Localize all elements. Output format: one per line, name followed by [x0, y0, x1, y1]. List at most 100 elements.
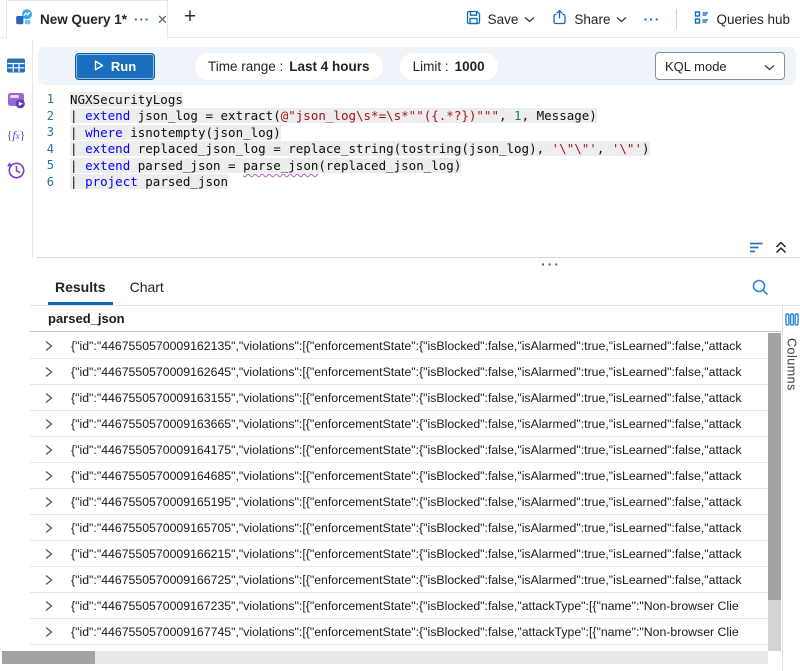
queries-hub-label: Queries hub — [716, 12, 790, 27]
row-json-value: {"id":"4467550570009162135","violations"… — [71, 339, 768, 353]
save-icon — [465, 9, 482, 29]
new-tab-button[interactable]: + — [178, 5, 202, 33]
search-results-button[interactable] — [751, 278, 770, 302]
editor-line[interactable]: 1NGXSecurityLogs — [34, 91, 798, 108]
query-tab[interactable]: New Query 1* ··· ✕ — [6, 0, 168, 39]
vertical-scrollbar-thumb[interactable] — [768, 333, 781, 600]
expand-row-chevron-icon[interactable] — [43, 338, 56, 353]
horizontal-scrollbar-thumb[interactable] — [2, 651, 95, 664]
expand-row-chevron-icon[interactable] — [43, 598, 56, 613]
tab-results[interactable]: Results — [48, 277, 113, 305]
editor-lines: 1NGXSecurityLogs2| extend json_log = ext… — [34, 91, 798, 190]
left-icon-rail: {fx} — [0, 38, 33, 258]
expand-row-chevron-icon[interactable] — [43, 520, 56, 535]
table-row[interactable]: {"id":"4467550570009167745","violations"… — [30, 619, 768, 645]
expand-row-chevron-icon[interactable] — [43, 624, 56, 639]
results-tabs: Results Chart — [48, 277, 171, 305]
more-actions-button[interactable]: ··· — [643, 11, 660, 27]
time-range-label: Time range : — [208, 59, 283, 74]
table-row[interactable]: {"id":"4467550570009164685","violations"… — [30, 463, 768, 489]
save-label: Save — [488, 12, 519, 27]
horizontal-scrollbar[interactable] — [2, 651, 768, 664]
editor-line[interactable]: 2| extend json_log = extract(@"json_log\… — [34, 108, 798, 125]
connections-table-icon[interactable] — [6, 55, 26, 75]
search-icon — [751, 284, 770, 301]
kql-mode-value: KQL mode — [665, 59, 727, 74]
expand-row-chevron-icon[interactable] — [43, 468, 56, 483]
queries-hub-icon — [693, 9, 710, 29]
tabbar-actions: Save Share ··· — [465, 0, 790, 38]
share-button[interactable]: Share — [551, 9, 627, 29]
code-line: | extend parsed_json = parse_json(replac… — [70, 158, 461, 173]
save-chevron-down-icon — [524, 16, 535, 23]
query-toolbar: Run Time range : Last 4 hours Limit : 10… — [38, 47, 796, 85]
expand-row-chevron-icon[interactable] — [43, 546, 56, 561]
editor-line[interactable]: 4| extend replaced_json_log = replace_st… — [34, 141, 798, 158]
tab-bar: New Query 1* ··· ✕ + Save — [0, 0, 800, 38]
kql-mode-select[interactable]: KQL mode — [655, 52, 785, 80]
columns-side-panel[interactable]: Columns — [782, 306, 800, 671]
run-button[interactable]: Run — [75, 53, 155, 80]
tab-chart[interactable]: Chart — [123, 277, 171, 305]
tab-title: New Query 1* — [40, 12, 127, 27]
expand-row-chevron-icon[interactable] — [43, 572, 56, 587]
row-json-value: {"id":"4467550570009165705","violations"… — [71, 521, 768, 535]
line-number: 3 — [34, 125, 70, 139]
run-label: Run — [111, 59, 136, 74]
expand-row-chevron-icon[interactable] — [43, 364, 56, 379]
editor-line[interactable]: 5| extend parsed_json = parse_json(repla… — [34, 157, 798, 174]
line-number: 5 — [34, 158, 70, 172]
editor-line[interactable]: 6| project parsed_json — [34, 174, 798, 191]
queries-hub-button[interactable]: Queries hub — [693, 9, 790, 29]
table-row[interactable]: {"id":"4467550570009165705","violations"… — [30, 515, 768, 541]
code-line: | extend json_log = extract(@"json_log\s… — [70, 108, 597, 123]
functions-icon[interactable]: {fx} — [6, 125, 26, 145]
tab-close-icon[interactable]: ✕ — [157, 12, 168, 28]
row-json-value: {"id":"4467550570009165195","violations"… — [71, 495, 768, 509]
limit-picker[interactable]: Limit : 1000 — [400, 53, 498, 80]
line-number: 2 — [34, 109, 70, 123]
limit-label: Limit : — [413, 59, 449, 74]
table-row[interactable]: {"id":"4467550570009164175","violations"… — [30, 437, 768, 463]
panel-resize-divider[interactable] — [37, 257, 800, 258]
expand-row-chevron-icon[interactable] — [43, 442, 56, 457]
share-chevron-down-icon — [616, 16, 627, 23]
expand-row-chevron-icon[interactable] — [43, 416, 56, 431]
row-json-value: {"id":"4467550570009167745","violations"… — [71, 625, 768, 639]
editor-line[interactable]: 3| where isnotempty(json_log) — [34, 124, 798, 141]
table-row[interactable]: {"id":"4467550570009162135","violations"… — [30, 333, 768, 359]
table-row[interactable]: {"id":"4467550570009163665","violations"… — [30, 411, 768, 437]
adx-app-icon — [15, 8, 33, 31]
code-line: | extend replaced_json_log = replace_str… — [70, 141, 650, 156]
query-history-icon[interactable] — [6, 160, 26, 180]
code-line: | where isnotempty(json_log) — [70, 125, 281, 140]
toolbar-divider — [676, 9, 677, 29]
row-json-value: {"id":"4467550570009163155","violations"… — [71, 391, 768, 405]
row-json-value: {"id":"4467550570009167235","violations"… — [71, 599, 768, 613]
tab-more-icon[interactable]: ··· — [134, 15, 150, 25]
vertical-scrollbar[interactable] — [768, 333, 781, 651]
table-row[interactable]: {"id":"4467550570009162645","violations"… — [30, 359, 768, 385]
play-icon — [94, 59, 104, 74]
row-json-value: {"id":"4467550570009163665","violations"… — [71, 417, 768, 431]
panel-drag-handle[interactable]: ··· — [541, 256, 561, 272]
time-range-picker[interactable]: Time range : Last 4 hours — [195, 53, 383, 80]
kusto-query-app: New Query 1* ··· ✕ + Save — [0, 0, 800, 671]
grid-column-header[interactable]: parsed_json — [30, 306, 782, 332]
results-rows: {"id":"4467550570009162135","violations"… — [30, 333, 768, 651]
query-editor[interactable]: 1NGXSecurityLogs2| extend json_log = ext… — [34, 91, 798, 190]
expand-row-chevron-icon[interactable] — [43, 494, 56, 509]
time-range-value: Last 4 hours — [289, 59, 369, 74]
line-number: 6 — [34, 175, 70, 189]
table-row[interactable]: {"id":"4467550570009166215","violations"… — [30, 541, 768, 567]
code-line: | project parsed_json — [70, 174, 228, 189]
expand-row-chevron-icon[interactable] — [43, 390, 56, 405]
table-row[interactable]: {"id":"4467550570009163155","violations"… — [30, 385, 768, 411]
table-row[interactable]: {"id":"4467550570009166725","violations"… — [30, 567, 768, 593]
saved-queries-icon[interactable] — [6, 90, 26, 110]
table-row[interactable]: {"id":"4467550570009165195","violations"… — [30, 489, 768, 515]
table-row[interactable]: {"id":"4467550570009167235","violations"… — [30, 593, 768, 619]
save-button[interactable]: Save — [465, 9, 536, 29]
line-number: 1 — [34, 92, 70, 106]
share-icon — [551, 9, 568, 29]
